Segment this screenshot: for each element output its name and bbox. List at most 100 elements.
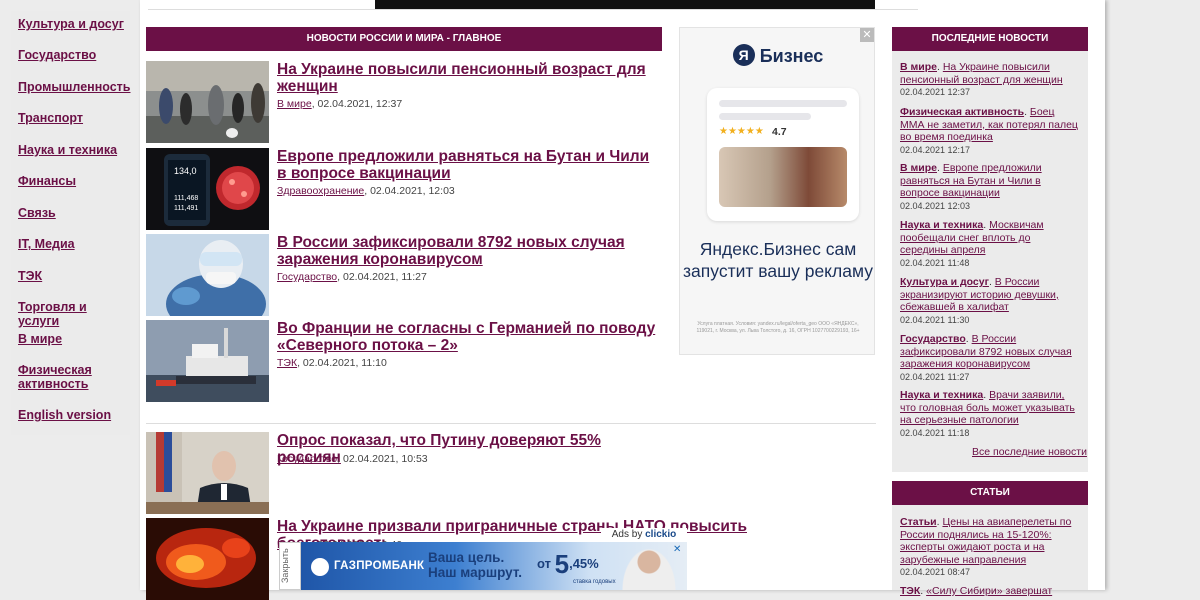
close-icon[interactable]: ✕ xyxy=(673,544,684,555)
latest-time: 02.04.2021 11:48 xyxy=(900,257,970,268)
latest-category[interactable]: В мире xyxy=(900,162,937,174)
nav-item-science[interactable]: Наука и техника xyxy=(18,143,126,157)
news-title[interactable]: На Украине повысили пенсионный возраст д… xyxy=(277,61,657,95)
nav-item-industry[interactable]: Промышленность xyxy=(18,80,131,94)
article-item: ТЭК. «Силу Сибири» завершат xyxy=(900,585,1053,597)
banner-slogan-line2: Наш маршрут. xyxy=(428,565,522,580)
banner-rate-prefix: от xyxy=(537,556,555,571)
news-thumbnail[interactable] xyxy=(146,234,269,316)
ad-rating-value: 4.7 xyxy=(772,126,787,138)
top-banner-ad[interactable] xyxy=(375,0,875,9)
banner-brand: ГАЗПРОМБАНК xyxy=(334,560,425,572)
news-category[interactable]: Государство xyxy=(277,453,337,465)
latest-category[interactable]: Наука и техника xyxy=(900,389,983,401)
latest-news-item: В мире. На Украине повысили пенсионный в… xyxy=(900,61,1063,98)
rating-stars-icon: ★★★★★ xyxy=(719,126,764,137)
news-title[interactable]: В России зафиксировали 8792 новых случая… xyxy=(277,234,657,268)
latest-news-item: Наука и техника. Врачи заявили, что голо… xyxy=(900,389,1075,438)
ad-card: ★★★★★ 4.7 xyxy=(707,88,859,221)
banner-rate-big: 5 xyxy=(554,549,570,579)
ad-close-button[interactable]: ✕ xyxy=(860,28,874,42)
news-item: 134,0 111,468 111,491 Европе предложили … xyxy=(146,148,666,230)
news-title[interactable]: Европе предложили равняться на Бутан и Ч… xyxy=(277,148,657,182)
latest-time: 02.04.2021 11:18 xyxy=(900,427,970,438)
news-item: Опрос показал, что Путину доверяют 55% р… xyxy=(146,432,666,514)
news-item: На Украине повысили пенсионный возраст д… xyxy=(146,61,666,143)
latest-time: 02.04.2021 12:17 xyxy=(900,144,971,155)
ad-fineprint: Услуга платная. Условия: yandex.ru/legal… xyxy=(696,321,860,334)
latest-time: 02.04.2021 12:37 xyxy=(900,87,971,98)
nav-item-trade[interactable]: Торговля и услуги xyxy=(18,300,126,328)
article-item: Статьи. Цены на авиаперелеты по России п… xyxy=(900,516,1072,578)
news-datetime: , 02.04.2021, 12:03 xyxy=(364,185,455,197)
top-divider xyxy=(148,9,918,10)
banner-rate-rest: ,45% xyxy=(569,556,599,571)
banner-rate-caption: ставка годовых xyxy=(573,579,616,585)
ad-logo-text: Бизнес xyxy=(759,46,824,66)
news-thumbnail[interactable] xyxy=(146,320,269,402)
latest-category[interactable]: Физическая активность xyxy=(900,106,1024,118)
news-category[interactable]: ТЭК xyxy=(277,357,297,369)
news-datetime: , 02.04.2021, 11:10 xyxy=(297,357,387,369)
news-datetime: , 02.04.2021, 10:53 xyxy=(337,453,428,465)
yandex-business-ad[interactable]: ✕ Я Бизнес ★★★★★ 4.7 Яндекс.Бизнес сам за… xyxy=(679,27,875,355)
ad-headline: Яндекс.Бизнес сам запустит вашу рекламу xyxy=(683,239,873,281)
news-datetime: , 02.04.2021, 12:37 xyxy=(311,98,403,110)
latest-category[interactable]: В мире xyxy=(900,61,937,73)
latest-category[interactable]: Государство xyxy=(900,333,966,345)
nav-item-it-media[interactable]: IT, Медиа xyxy=(18,237,126,251)
ads-by-text: Ads by xyxy=(611,529,646,540)
news-title[interactable]: Во Франции не согласны с Германией по по… xyxy=(277,320,657,354)
article-title[interactable]: «Силу Сибири» завершат xyxy=(926,585,1052,597)
nav-item-english[interactable]: English version xyxy=(18,408,126,422)
ad-placeholder-bar xyxy=(719,113,811,120)
nav-item-world[interactable]: В мире xyxy=(18,332,126,346)
latest-news-heading: ПОСЛЕДНИЕ НОВОСТИ xyxy=(892,27,1088,51)
svg-text:111,491: 111,491 xyxy=(174,205,198,212)
nav-item-state[interactable]: Государство xyxy=(18,48,126,62)
news-thumbnail[interactable] xyxy=(146,432,269,514)
latest-time: 02.04.2021 11:27 xyxy=(900,371,970,382)
ad-placeholder-bar xyxy=(719,100,847,107)
svg-text:134,0: 134,0 xyxy=(174,166,197,176)
latest-time: 02.04.2021 11:30 xyxy=(900,314,970,325)
latest-news-item: В мире. Европе предложили равняться на Б… xyxy=(900,162,1042,211)
ad-photo xyxy=(719,147,847,207)
nav-item-energy[interactable]: ТЭК xyxy=(18,269,126,283)
latest-time: 02.04.2021 12:03 xyxy=(900,200,971,211)
main-news-heading: НОВОСТИ РОССИИ И МИРА - ГЛАВНОЕ xyxy=(146,27,662,51)
nav-item-physical-activity[interactable]: Физическая активность xyxy=(18,363,126,391)
news-meta: Здравоохранение, 02.04.2021, 12:03 xyxy=(277,185,455,197)
latest-category[interactable]: Культура и досуг xyxy=(900,276,989,288)
banner-slogan-line1: Ваша цель. xyxy=(428,550,505,565)
ads-by-label: Ads by clickio xyxy=(601,528,687,542)
latest-category[interactable]: Наука и техника xyxy=(900,219,983,231)
bottom-sticky-ad: Закрыть Ads by clickio ГАЗПРОМБАНК Ваша … xyxy=(279,528,687,590)
news-category[interactable]: Здравоохранение xyxy=(277,185,364,197)
news-item: Во Франции не согласны с Германией по по… xyxy=(146,320,666,402)
svg-text:111,468: 111,468 xyxy=(174,195,198,202)
news-thumbnail[interactable] xyxy=(146,61,269,143)
news-category[interactable]: Государство xyxy=(277,271,337,283)
articles-heading: СТАТЬИ xyxy=(892,481,1088,505)
all-latest-news-link[interactable]: Все последние новости xyxy=(972,446,1087,458)
news-meta: Государство, 02.04.2021, 11:27 xyxy=(277,271,427,283)
article-category[interactable]: ТЭК xyxy=(900,585,920,597)
banner-person-image xyxy=(619,544,679,590)
latest-news-item: Физическая активность. Боец ММА не замет… xyxy=(900,106,1078,155)
clickio-brand: clickio xyxy=(645,529,677,540)
bottom-ad-close-button[interactable]: Закрыть xyxy=(279,542,301,590)
nav-item-finance[interactable]: Финансы xyxy=(18,174,126,188)
news-category[interactable]: В мире xyxy=(277,98,312,110)
news-divider xyxy=(146,423,876,424)
news-thumbnail[interactable] xyxy=(146,518,269,600)
news-meta: Государство, 02.04.2021, 10:53 xyxy=(277,453,428,465)
nav-item-communication[interactable]: Связь xyxy=(18,206,126,220)
latest-news-item: Наука и техника. Москвичам пообещали сне… xyxy=(900,219,1044,268)
latest-news-item: Государство. В России зафиксировали 8792… xyxy=(900,333,1072,382)
article-category[interactable]: Статьи xyxy=(900,516,937,528)
gazprombank-banner[interactable]: ГАЗПРОМБАНК Ваша цель. Наш маршрут. от 5,… xyxy=(301,542,687,590)
nav-item-transport[interactable]: Транспорт xyxy=(18,111,126,125)
nav-item-culture[interactable]: Культура и досуг xyxy=(18,17,126,31)
news-thumbnail[interactable]: 134,0 111,468 111,491 xyxy=(146,148,269,230)
